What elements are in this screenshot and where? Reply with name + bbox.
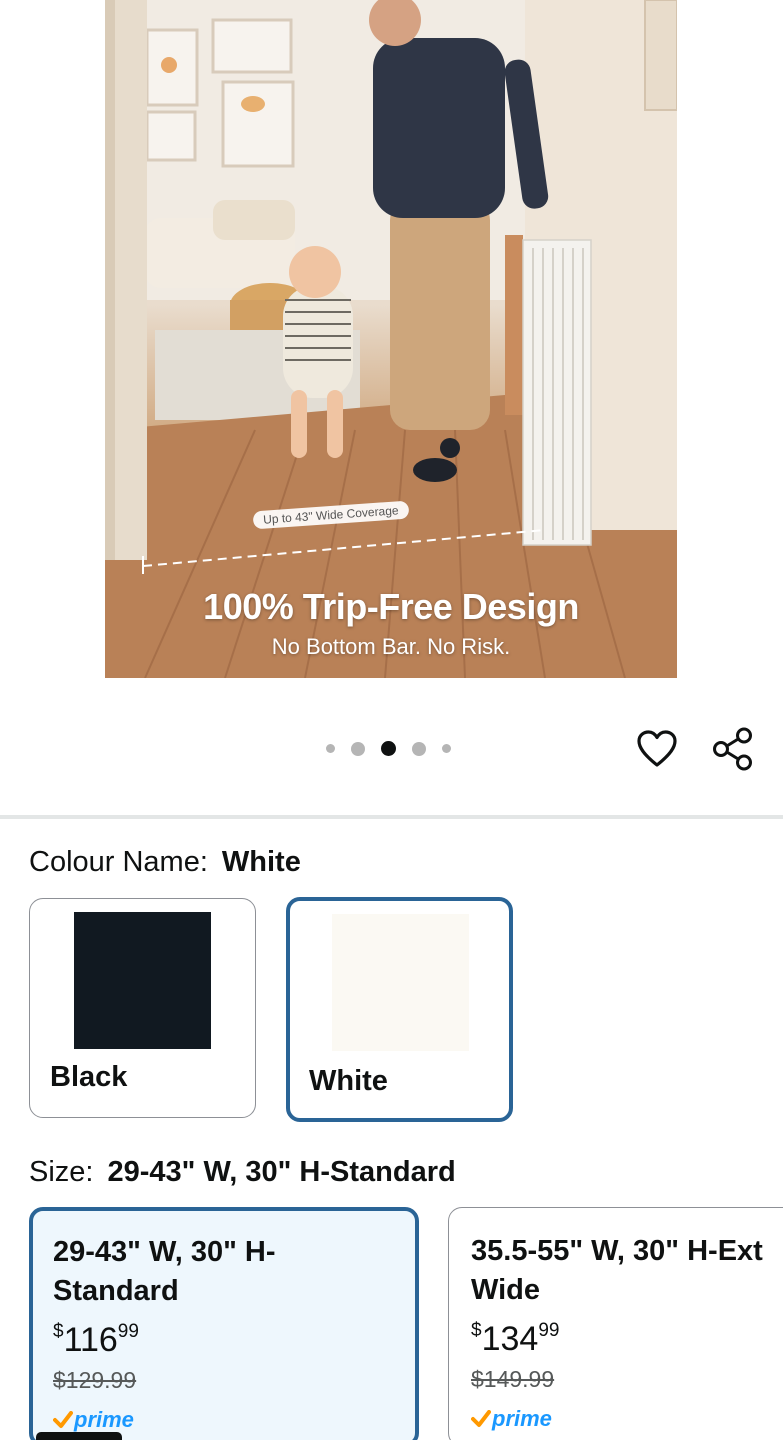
colour-label: Colour Name: bbox=[29, 846, 208, 878]
prime-label: prime bbox=[492, 1406, 552, 1431]
heart-outline-icon bbox=[637, 730, 677, 767]
size-option-extra-wide[interactable]: 35.5-55" W, 30" H-Ext Wide $13499 $149.9… bbox=[448, 1207, 783, 1440]
colour-option-label: Black bbox=[50, 1061, 128, 1093]
size-option-title: 35.5-55" W, 30" H-Ext Wide bbox=[471, 1232, 763, 1310]
carousel-dot[interactable] bbox=[442, 744, 451, 753]
colour-option-black[interactable]: Black bbox=[29, 898, 256, 1118]
size-option-price: $11699 bbox=[53, 1321, 139, 1360]
size-title-line: Wide bbox=[471, 1274, 541, 1306]
colour-swatch-black bbox=[74, 912, 211, 1049]
size-selected-value: 29-43" W, 30" H-Standard bbox=[107, 1156, 456, 1188]
size-label-row: Size: 29-43" W, 30" H-Standard bbox=[29, 1156, 456, 1189]
price-whole: 134 bbox=[481, 1320, 539, 1358]
price-whole: 116 bbox=[63, 1321, 118, 1359]
price-cents: 99 bbox=[538, 1320, 560, 1341]
size-title-line: 29-43" W, 30" H- bbox=[53, 1236, 276, 1268]
prime-badge: prime bbox=[53, 1407, 134, 1433]
colour-selected-value: White bbox=[221, 846, 301, 878]
prime-check-icon bbox=[471, 1410, 491, 1427]
size-option-standard[interactable]: 29-43" W, 30" H- Standard $11699 $129.99… bbox=[29, 1207, 419, 1440]
carousel-dot-active[interactable] bbox=[381, 741, 396, 756]
prime-check-icon bbox=[53, 1411, 73, 1428]
price-currency: $ bbox=[53, 1321, 64, 1342]
size-option-was-price: $149.99 bbox=[471, 1366, 555, 1392]
share-button[interactable] bbox=[710, 726, 756, 772]
wishlist-button[interactable] bbox=[634, 726, 680, 772]
size-title-line: 35.5-55" W, 30" H-Ext bbox=[471, 1235, 763, 1267]
price-currency: $ bbox=[471, 1320, 482, 1341]
size-label: Size: bbox=[29, 1156, 94, 1188]
section-divider bbox=[0, 815, 783, 819]
colour-swatch-white bbox=[332, 914, 469, 1051]
carousel-dots bbox=[326, 741, 467, 756]
prime-label: prime bbox=[74, 1407, 134, 1432]
carousel-dot[interactable] bbox=[412, 741, 426, 756]
size-option-price: $13499 bbox=[471, 1320, 559, 1359]
carousel-dot[interactable] bbox=[351, 741, 365, 756]
carousel-dot[interactable] bbox=[326, 744, 335, 753]
colour-option-white[interactable]: White bbox=[286, 897, 513, 1122]
size-title-line: Standard bbox=[53, 1275, 179, 1307]
prime-badge: prime bbox=[471, 1406, 552, 1432]
product-photo-illustration bbox=[105, 0, 677, 678]
bottom-overlay-tab bbox=[36, 1432, 122, 1440]
price-cents: 99 bbox=[117, 1321, 139, 1342]
hero-subheadline: No Bottom Bar. No Risk. bbox=[271, 634, 511, 659]
share-icon bbox=[713, 727, 752, 771]
colour-option-label: White bbox=[309, 1065, 388, 1097]
hero-headline: 100% Trip-Free Design bbox=[203, 586, 579, 627]
product-image[interactable]: Up to 43" Wide Coverage 100% Trip-Free D… bbox=[105, 0, 677, 678]
size-option-was-price: $129.99 bbox=[53, 1367, 137, 1393]
colour-label-row: Colour Name: White bbox=[29, 846, 301, 879]
size-option-title: 29-43" W, 30" H- Standard bbox=[53, 1233, 276, 1311]
